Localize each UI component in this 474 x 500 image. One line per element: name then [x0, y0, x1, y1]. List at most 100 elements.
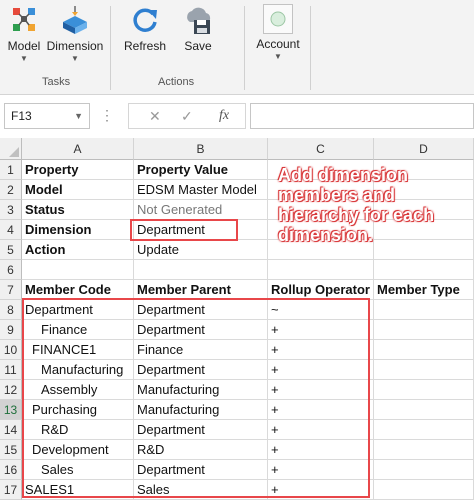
cell-b6[interactable]	[134, 260, 268, 280]
cell-d16[interactable]	[374, 460, 474, 480]
cell-a14[interactable]: R&D	[22, 420, 134, 440]
row-header[interactable]: 17	[0, 480, 22, 500]
cell-a12[interactable]: Assembly	[22, 380, 134, 400]
annotation-note: Add dimension members and hierarchy for …	[278, 165, 435, 245]
cell-d10[interactable]	[374, 340, 474, 360]
cell-d13[interactable]	[374, 400, 474, 420]
row-header[interactable]: 8	[0, 300, 22, 320]
refresh-button[interactable]: Refresh	[122, 4, 168, 53]
cell-a9[interactable]: Finance	[22, 320, 134, 340]
cell-d17[interactable]	[374, 480, 474, 500]
row-header[interactable]: 4	[0, 220, 22, 240]
cell-c8[interactable]: ~	[268, 300, 374, 320]
more-options-icon[interactable]: ⋮	[100, 107, 115, 124]
name-box[interactable]: F13 ▼	[4, 103, 90, 129]
cell-a8[interactable]: Department	[22, 300, 134, 320]
cell-d12[interactable]	[374, 380, 474, 400]
cell-a11[interactable]: Manufacturing	[22, 360, 134, 380]
cell-c15[interactable]: +	[268, 440, 374, 460]
cell-c12[interactable]: +	[268, 380, 374, 400]
formula-input[interactable]	[250, 103, 474, 129]
row-header[interactable]: 12	[0, 380, 22, 400]
cell-b1[interactable]: Property Value	[134, 160, 268, 180]
row-header[interactable]: 15	[0, 440, 22, 460]
cell-c17[interactable]: +	[268, 480, 374, 500]
row-header[interactable]: 7	[0, 280, 22, 300]
cell-d8[interactable]	[374, 300, 474, 320]
cell-b15[interactable]: R&D	[134, 440, 268, 460]
cell-a7[interactable]: Member Code	[22, 280, 134, 300]
column-header-b[interactable]: B	[134, 138, 268, 160]
row-header[interactable]: 5	[0, 240, 22, 260]
cell-a13[interactable]: Purchasing	[22, 400, 134, 420]
cell-b4[interactable]: Department	[134, 220, 268, 240]
cell-a2[interactable]: Model	[22, 180, 134, 200]
cell-b5[interactable]: Update	[134, 240, 268, 260]
cancel-icon[interactable]: ✕	[149, 108, 161, 125]
cell-a15[interactable]: Development	[22, 440, 134, 460]
cell-d6[interactable]	[374, 260, 474, 280]
cell-c6[interactable]	[268, 260, 374, 280]
cell-b3[interactable]: Not Generated	[134, 200, 268, 220]
cell-b8[interactable]: Department	[134, 300, 268, 320]
cell-c14[interactable]: +	[268, 420, 374, 440]
cell-c9[interactable]: +	[268, 320, 374, 340]
row-header[interactable]: 11	[0, 360, 22, 380]
row-header[interactable]: 9	[0, 320, 22, 340]
cell-d11[interactable]	[374, 360, 474, 380]
refresh-label: Refresh	[123, 39, 167, 53]
cell-b12[interactable]: Manufacturing	[134, 380, 268, 400]
cell-b14[interactable]: Department	[134, 420, 268, 440]
cell-d9[interactable]	[374, 320, 474, 340]
cell-b2[interactable]: EDSM Master Model	[134, 180, 268, 200]
cell-c16[interactable]: +	[268, 460, 374, 480]
row-header[interactable]: 16	[0, 460, 22, 480]
cell-c11[interactable]: +	[268, 360, 374, 380]
column-header-c[interactable]: C	[268, 138, 374, 160]
select-all-corner[interactable]	[0, 138, 22, 160]
cell-b17[interactable]: Sales	[134, 480, 268, 500]
account-button[interactable]: Account ▼	[252, 4, 304, 61]
cell-d15[interactable]	[374, 440, 474, 460]
cell-a17[interactable]: SALES1	[22, 480, 134, 500]
save-button[interactable]: Save	[178, 4, 218, 53]
cell-a1[interactable]: Property	[22, 160, 134, 180]
model-button[interactable]: Model ▼	[4, 4, 44, 63]
cell-b9[interactable]: Department	[134, 320, 268, 340]
row-header[interactable]: 1	[0, 160, 22, 180]
row-header[interactable]: 6	[0, 260, 22, 280]
account-icon	[263, 4, 293, 34]
cell-c7[interactable]: Rollup Operator	[268, 280, 374, 300]
ribbon: Model ▼ Dimension ▼ Tasks Refresh Save A…	[0, 0, 474, 95]
column-header-a[interactable]: A	[22, 138, 134, 160]
row-header[interactable]: 2	[0, 180, 22, 200]
cell-d7[interactable]: Member Type	[374, 280, 474, 300]
cell-a4[interactable]: Dimension	[22, 220, 134, 240]
formula-buttons: ✕ ✓ fx	[128, 103, 246, 129]
cell-b16[interactable]: Department	[134, 460, 268, 480]
cell-c10[interactable]: +	[268, 340, 374, 360]
cell-b7[interactable]: Member Parent	[134, 280, 268, 300]
cell-b13[interactable]: Manufacturing	[134, 400, 268, 420]
row-header[interactable]: 10	[0, 340, 22, 360]
chevron-down-icon: ▼	[71, 54, 79, 63]
dimension-icon	[59, 4, 91, 36]
actions-group-label: Actions	[158, 76, 195, 88]
cell-a5[interactable]: Action	[22, 240, 134, 260]
chevron-down-icon[interactable]: ▼	[74, 104, 83, 128]
column-header-d[interactable]: D	[374, 138, 474, 160]
cell-a3[interactable]: Status	[22, 200, 134, 220]
row-header[interactable]: 13	[0, 400, 22, 420]
dimension-button[interactable]: Dimension ▼	[44, 4, 106, 63]
row-header[interactable]: 3	[0, 200, 22, 220]
cell-d14[interactable]	[374, 420, 474, 440]
row-header[interactable]: 14	[0, 420, 22, 440]
insert-function-icon[interactable]: fx	[219, 108, 229, 124]
cell-a10[interactable]: FINANCE1	[22, 340, 134, 360]
cell-b11[interactable]: Department	[134, 360, 268, 380]
cell-b10[interactable]: Finance	[134, 340, 268, 360]
cell-c13[interactable]: +	[268, 400, 374, 420]
cell-a16[interactable]: Sales	[22, 460, 134, 480]
enter-icon[interactable]: ✓	[181, 108, 193, 125]
cell-a6[interactable]	[22, 260, 134, 280]
